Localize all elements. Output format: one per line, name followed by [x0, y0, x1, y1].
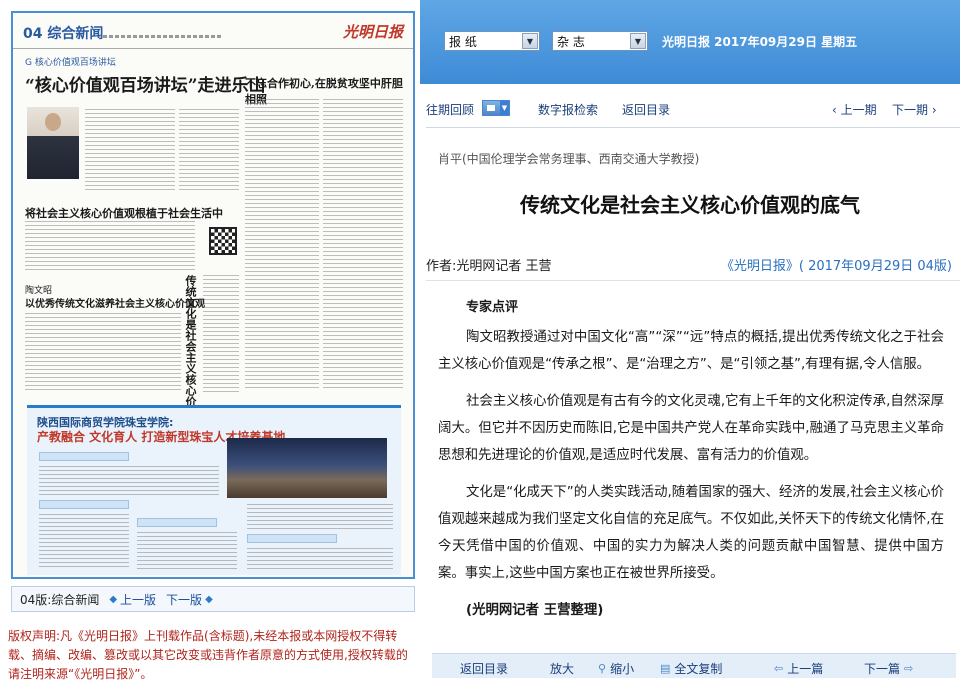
newspaper-select[interactable]: 报 纸 ▼ — [444, 31, 540, 51]
newspaper-text-block — [25, 221, 195, 271]
magazine-select[interactable]: 杂 志 ▼ — [552, 31, 648, 51]
copy-all-label: 全文复制 — [674, 662, 723, 676]
copy-all-button[interactable]: ▤ 全文复制 — [660, 660, 722, 677]
back-catalog-button[interactable]: 返回目录 — [460, 660, 508, 677]
newspaper-dateline — [103, 35, 223, 38]
newspaper-text-block — [25, 313, 181, 393]
sub-navigation: 往期回顾 ▼ 数字报检索 返回目录 ‹ 上一期 下一期 › — [420, 92, 960, 124]
chevron-down-icon: ▼ — [630, 33, 646, 49]
prev-page-link[interactable]: ◆ 上一版 — [109, 591, 156, 608]
next-article-icon: ⇨ — [904, 662, 914, 675]
ad-label-box — [137, 518, 217, 527]
back-catalog-link[interactable]: 返回目录 — [622, 101, 670, 118]
next-article-label: 下一篇 — [864, 662, 901, 676]
ad-photo — [227, 438, 387, 498]
newspaper-advertisement[interactable]: 陕西国际商贸学院珠宝学院: 产教融合 文化育人 打造新型珠宝人才培养基地 — [27, 405, 401, 575]
top-bar: 报 纸 ▼ 杂 志 ▼ 光明日报 2017年09月29日 星期五 — [420, 0, 960, 84]
newspaper-page-image[interactable]: 04 综合新闻 光明日报 G 核心价值观百场讲坛 “核心价值观百场讲坛”走进乐山… — [11, 11, 415, 579]
copyright-notice: 版权声明:凡《光明日报》上刊载作品(含标题),未经本报或本网授权不得转载、摘编、… — [8, 629, 408, 681]
magnifier-icon: ⚲ — [598, 662, 607, 675]
document-icon: ▤ — [660, 662, 671, 675]
newspaper-select-value: 报 纸 — [449, 34, 477, 49]
article-paragraph: 文化是“化成天下”的人类实践活动,随着国家的强大、经济的发展,社会主义核心价值观… — [438, 485, 944, 581]
diamond-right-icon: ◆ — [205, 593, 213, 605]
divider — [426, 280, 960, 281]
next-issue-link[interactable]: 下一期 › — [892, 101, 937, 118]
article-source-link[interactable]: 《光明日报》( 2017年09月29日 04版) — [721, 255, 952, 274]
calendar-icon[interactable]: ▼ — [482, 100, 510, 116]
newspaper-logo: 光明日报 — [342, 23, 403, 41]
prev-issue-link[interactable]: ‹ 上一期 — [832, 101, 877, 118]
article-closing: (光明网记者 王营整理) — [466, 603, 604, 618]
newspaper-column-tag: G 核心价值观百场讲坛 — [25, 58, 116, 68]
article-paragraph: 陶文昭教授通过对中国文化“高”“深”“远”特点的概括,提出优秀传统文化之于社会主… — [438, 330, 944, 372]
prev-page-label: 上一版 — [120, 592, 157, 607]
current-page-name[interactable]: 04版:综合新闻 — [20, 591, 99, 608]
newspaper-headline-main[interactable]: “核心价值观百场讲坛”走进乐山 — [25, 71, 266, 96]
newspaper-text-block — [245, 99, 319, 389]
diamond-left-icon: ◆ — [109, 593, 118, 605]
newspaper-header: 04 综合新闻 光明日报 — [13, 13, 413, 49]
qr-code-icon — [209, 227, 237, 255]
section-heading: 专家点评 — [466, 300, 519, 315]
article-paragraph: 社会主义核心价值观是有古有今的文化灵魂,它有上千年的文化积淀传承,自然深厚阔大。… — [438, 394, 944, 463]
digital-search-link[interactable]: 数字报检索 — [538, 101, 598, 118]
past-review-link[interactable]: 往期回顾 — [426, 101, 474, 118]
page-navigation: 04版:综合新闻 ◆ 上一版 下一版 ◆ — [11, 586, 415, 612]
zoom-in-label: 放大 — [550, 662, 575, 676]
prev-article-icon: ⇦ — [774, 662, 784, 675]
ad-label-box — [247, 534, 337, 543]
article-byline: 作者:光明网记者 王营 — [426, 259, 552, 274]
zoom-out-label: 缩小 — [610, 662, 635, 676]
ad-text-block — [247, 548, 393, 572]
ad-text-block — [39, 466, 219, 496]
article-author-line: 肖平(中国伦理学会常务理事、西南交通大学教授) — [438, 152, 700, 166]
zoom-in-button[interactable]: 放大 — [550, 660, 574, 677]
next-article-button[interactable]: 下一篇 ⇨ — [864, 660, 913, 677]
next-page-label: 下一版 — [166, 592, 203, 607]
newspaper-text-block — [85, 109, 175, 193]
prev-article-label: 上一篇 — [787, 662, 824, 676]
newspaper-headline-mid[interactable]: 将社会主义核心价值观根植于社会生活中 — [25, 205, 223, 221]
newspaper-text-block — [203, 275, 239, 393]
ad-text-block — [39, 514, 129, 570]
newspaper-photo — [27, 107, 79, 179]
article-title: 传统文化是社会主义核心价值观的底气 — [520, 193, 860, 217]
newspaper-headline-small[interactable]: 以优秀传统文化滋养社会主义核心价值观 — [25, 295, 205, 310]
ad-text-block — [247, 504, 393, 530]
left-panel: 04 综合新闻 光明日报 G 核心价值观百场讲坛 “核心价值观百场讲坛”走进乐山… — [0, 0, 420, 700]
newspaper-text-block — [323, 99, 403, 389]
newspaper-page-label: 04 综合新闻 — [23, 26, 104, 42]
magazine-select-value: 杂 志 — [557, 34, 585, 49]
ad-text-block — [137, 532, 237, 570]
article-toolbar: 返回目录 放大 ⚲ 缩小 ▤ 全文复制 ⇦ 上一篇 下一篇 ⇨ — [432, 653, 956, 678]
article-body: 专家点评 陶文昭教授通过对中国文化“高”“深”“远”特点的概括,提出优秀传统文化… — [438, 294, 944, 624]
issue-date: 光明日报 2017年09月29日 星期五 — [662, 35, 858, 49]
chevron-down-icon: ▼ — [522, 33, 538, 49]
zoom-out-button[interactable]: ⚲ 缩小 — [598, 660, 634, 677]
back-catalog-label: 返回目录 — [460, 662, 509, 676]
prev-article-button[interactable]: ⇦ 上一篇 — [774, 660, 823, 677]
divider — [426, 127, 960, 128]
newspaper-text-block — [179, 109, 239, 193]
ad-label-box — [39, 500, 129, 509]
next-page-link[interactable]: 下一版 ◆ — [166, 591, 213, 608]
ad-label-box — [39, 452, 129, 461]
